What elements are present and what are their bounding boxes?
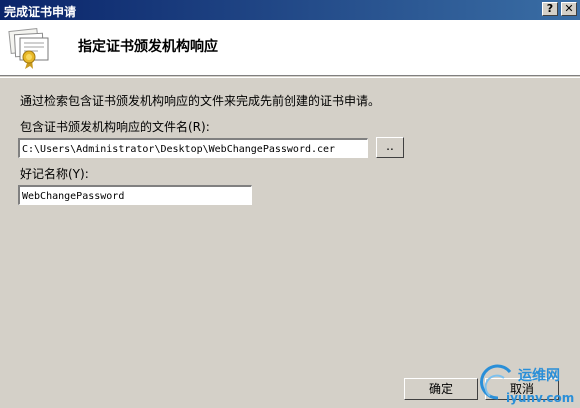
certificate-icon [8,28,49,69]
ok-button[interactable]: 确定 [404,378,478,400]
watermark-text-url: iyunv.com [506,391,574,405]
browse-button[interactable]: .. [376,137,404,158]
file-name-label: 包含证书颁发机构响应的文件名(R): [20,120,210,134]
help-button[interactable]: ? [542,2,558,16]
title-bar: 完成证书申请 ? ✕ [0,0,580,20]
page-title: 指定证书颁发机构响应 [78,39,218,55]
friendly-name-input[interactable]: WebChangePassword [18,185,252,205]
header-panel: 指定证书颁发机构响应 [0,20,580,76]
file-name-input[interactable]: C:\Users\Administrator\Desktop\WebChange… [18,138,368,158]
close-button[interactable]: ✕ [561,2,577,16]
header-divider [0,77,580,78]
window-title: 完成证书申请 [4,5,77,19]
instruction-text: 通过检索包含证书颁发机构响应的文件来完成先前创建的证书申请。 [20,94,381,108]
watermark-text-cn: 运维网 [518,367,560,384]
watermark-logo: 运维网 iyunv.com [480,364,574,405]
friendly-name-label: 好记名称(Y): [20,167,89,181]
